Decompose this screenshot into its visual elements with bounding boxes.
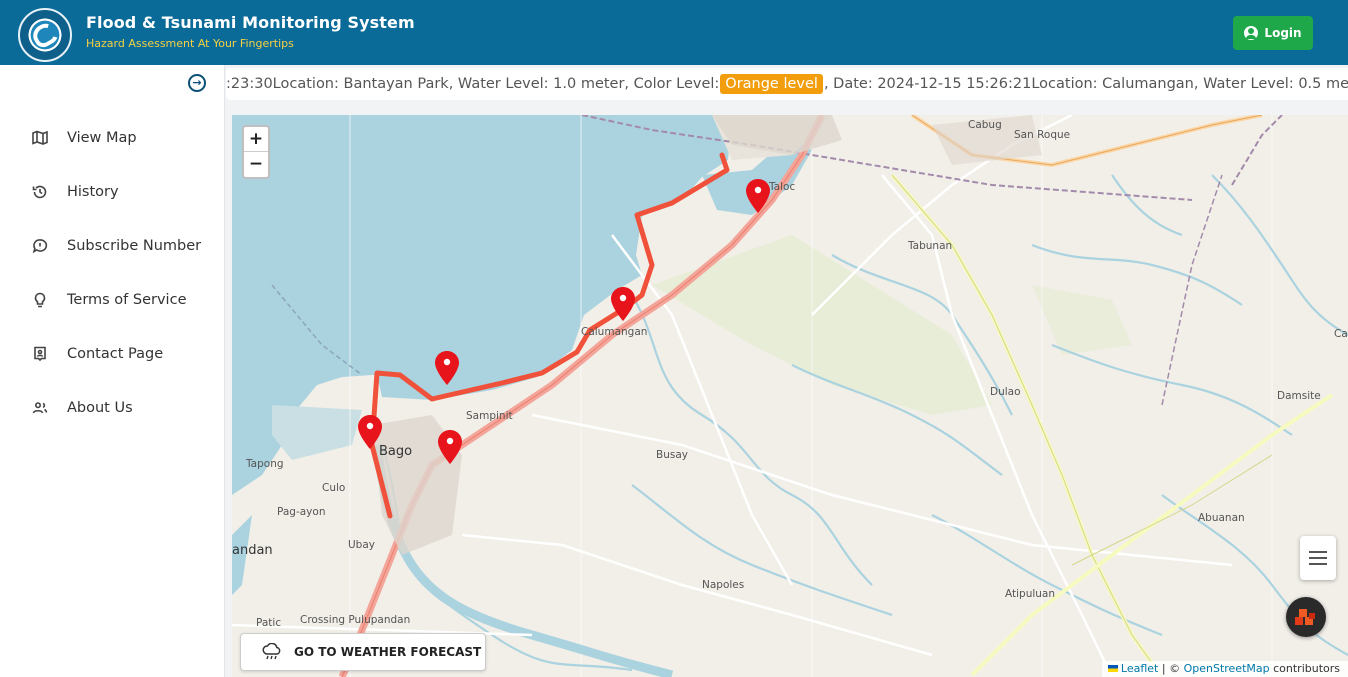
sidebar-item-history[interactable]: History xyxy=(30,179,220,205)
place-pag-ayon: Pag-ayon xyxy=(277,506,326,518)
map-marker-bantayan-park[interactable] xyxy=(435,351,459,385)
place-cabug: Cabug xyxy=(968,119,1002,131)
app-logo xyxy=(18,8,72,62)
sidebar-item-label: About Us xyxy=(67,400,133,416)
app-title: Flood & Tsunami Monitoring System xyxy=(86,13,415,32)
sidebar-item-terms-of-service[interactable]: Terms of Service xyxy=(30,287,220,313)
arrow-right-circle-icon[interactable]: → xyxy=(188,74,206,92)
place-andan: andan xyxy=(232,543,273,558)
map-marker-calumangan[interactable] xyxy=(611,287,635,321)
place-car: Car xyxy=(1334,328,1348,340)
place-calumangan: Calumangan xyxy=(581,326,648,338)
wave-icon xyxy=(29,19,61,51)
place-culo: Culo xyxy=(322,482,346,494)
place-abuanan: Abuanan xyxy=(1198,512,1245,524)
cloud-rain-icon xyxy=(262,643,281,660)
sidebar-item-label: Contact Page xyxy=(67,346,164,362)
sidebar-item-view-map[interactable]: View Map xyxy=(30,125,220,151)
sidebar-item-label: View Map xyxy=(67,130,137,146)
map-view[interactable]: Cabug San Roque Taloc Tabunan Calumangan… xyxy=(232,115,1348,677)
place-patic: Patic xyxy=(256,617,282,629)
place-ubay: Ubay xyxy=(348,539,375,551)
sidebar: → View Map History Subscribe Number Term… xyxy=(0,65,225,677)
place-damsite: Damsite xyxy=(1277,390,1321,402)
history-icon xyxy=(30,182,50,202)
blocks-icon xyxy=(1295,609,1315,625)
place-san-roque: San Roque xyxy=(1014,129,1071,141)
weather-forecast-label: GO TO WEATHER FORECAST xyxy=(294,645,482,659)
flag-icon xyxy=(1107,665,1118,672)
menu-icon xyxy=(1309,551,1327,553)
map-attribution: Leaflet | © OpenStreetMap contributors xyxy=(1101,661,1348,677)
ticker-lead: :23:30 xyxy=(226,76,273,92)
place-tapong: Tapong xyxy=(246,458,284,470)
place-busay: Busay xyxy=(656,449,688,461)
sidebar-item-label: Subscribe Number xyxy=(67,238,202,254)
sidebar-item-label: Terms of Service xyxy=(67,292,187,308)
login-label: Login xyxy=(1264,26,1302,40)
message-icon xyxy=(30,236,50,256)
map-icon xyxy=(30,128,50,148)
place-napoles: Napoles xyxy=(702,579,745,591)
ticker-entry-bantayan-suffix: , Date: 2024-12-15 15:26:21 xyxy=(823,76,1032,92)
contact-icon xyxy=(30,344,50,364)
zoom-control: + − xyxy=(242,125,270,179)
users-icon xyxy=(30,398,50,418)
map-marker-bago-river[interactable] xyxy=(358,415,382,449)
map-marker-taloc[interactable] xyxy=(746,179,770,213)
weather-forecast-button[interactable]: GO TO WEATHER FORECAST xyxy=(240,633,486,671)
app-subtitle: Hazard Assessment At Your Fingertips xyxy=(86,37,294,50)
ticker-entry-calumangan: Location: Calumangan, Water Level: 0.5 m… xyxy=(1031,76,1348,92)
place-crossing-pulupandan: Crossing Pulupandan xyxy=(300,614,411,626)
place-bago: Bago xyxy=(379,444,413,459)
place-tabunan: Tabunan xyxy=(908,240,953,252)
sidebar-item-contact-page[interactable]: Contact Page xyxy=(30,341,220,367)
layers-button[interactable] xyxy=(1300,536,1336,580)
status-badge: Orange level xyxy=(720,74,823,94)
chat-widget-button[interactable] xyxy=(1286,597,1326,637)
place-sampinit: Sampinit xyxy=(466,410,513,422)
sidebar-item-label: History xyxy=(67,184,119,200)
openstreetmap-link[interactable]: OpenStreetMap xyxy=(1184,662,1270,675)
user-circle-icon xyxy=(1244,26,1259,40)
login-button[interactable]: Login xyxy=(1233,16,1313,50)
place-atipuluan: Atipuluan xyxy=(1005,588,1056,600)
map-marker-sampinit[interactable] xyxy=(438,430,462,464)
place-taloc: Taloc xyxy=(769,181,796,193)
app-header: Flood & Tsunami Monitoring System Hazard… xyxy=(0,0,1348,65)
sidebar-item-about-us[interactable]: About Us xyxy=(30,395,220,421)
leaflet-link[interactable]: Leaflet xyxy=(1121,662,1158,675)
map-tiles xyxy=(232,115,1348,677)
alert-ticker: :23:30 Location: Bantayan Park, Water Le… xyxy=(226,68,1348,100)
zoom-out-button[interactable]: − xyxy=(244,152,268,177)
place-dulao: Dulao xyxy=(990,386,1021,398)
lightbulb-icon xyxy=(30,290,50,310)
ticker-entry-bantayan-prefix: Location: Bantayan Park, Water Level: 1.… xyxy=(272,76,720,92)
sidebar-item-subscribe-number[interactable]: Subscribe Number xyxy=(30,233,220,259)
zoom-in-button[interactable]: + xyxy=(244,127,268,152)
